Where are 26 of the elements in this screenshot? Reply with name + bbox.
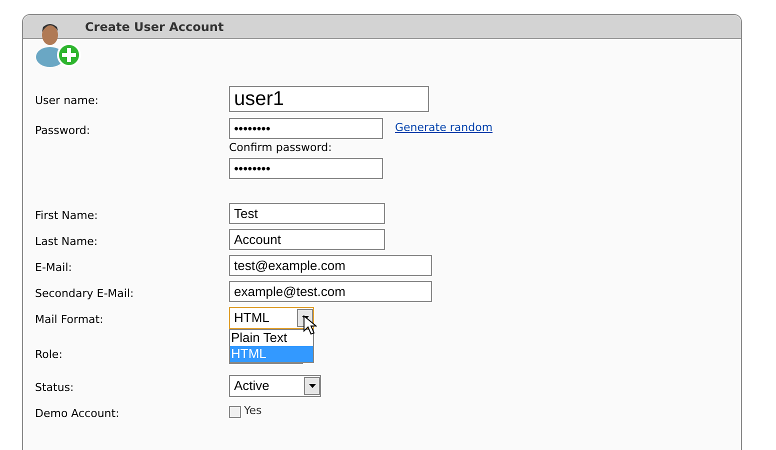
field-label: User name: <box>35 94 98 106</box>
secondary-email-field[interactable]: example@test.com <box>229 281 432 302</box>
checkbox-label: Yes <box>244 403 262 420</box>
field-label: Demo Account: <box>35 406 120 420</box>
confirm-password-label: Confirm password: <box>229 140 332 156</box>
field-label: Role: <box>35 348 62 360</box>
field-label: Last Name: <box>35 234 98 248</box>
demo-checkbox[interactable] <box>229 406 241 418</box>
dropdown-arrow-button[interactable] <box>304 376 320 394</box>
field-label: First Name: <box>35 208 98 222</box>
field-label: Mail Format: <box>35 312 104 326</box>
field-label: Password: <box>35 124 90 136</box>
username-field[interactable]: user1 <box>229 86 429 112</box>
password-field[interactable]: •••••••• <box>229 118 383 139</box>
last-name-field[interactable]: Account <box>229 229 385 250</box>
field-label: Status: <box>35 380 74 394</box>
generate-random-link[interactable]: Generate random <box>395 120 493 137</box>
status-select[interactable]: Active <box>229 374 321 396</box>
first-name-field[interactable]: Test <box>229 203 385 224</box>
field-label: E-Mail: <box>35 260 72 274</box>
email-field[interactable]: test@example.com <box>229 255 432 276</box>
caret-down-icon <box>308 384 316 388</box>
field-label: Secondary E-Mail: <box>35 286 134 300</box>
panel-title: Create User Account <box>85 18 224 36</box>
confirm-password-field[interactable]: •••••••• <box>229 158 383 178</box>
mail-format-select[interactable]: HTML <box>229 306 314 328</box>
